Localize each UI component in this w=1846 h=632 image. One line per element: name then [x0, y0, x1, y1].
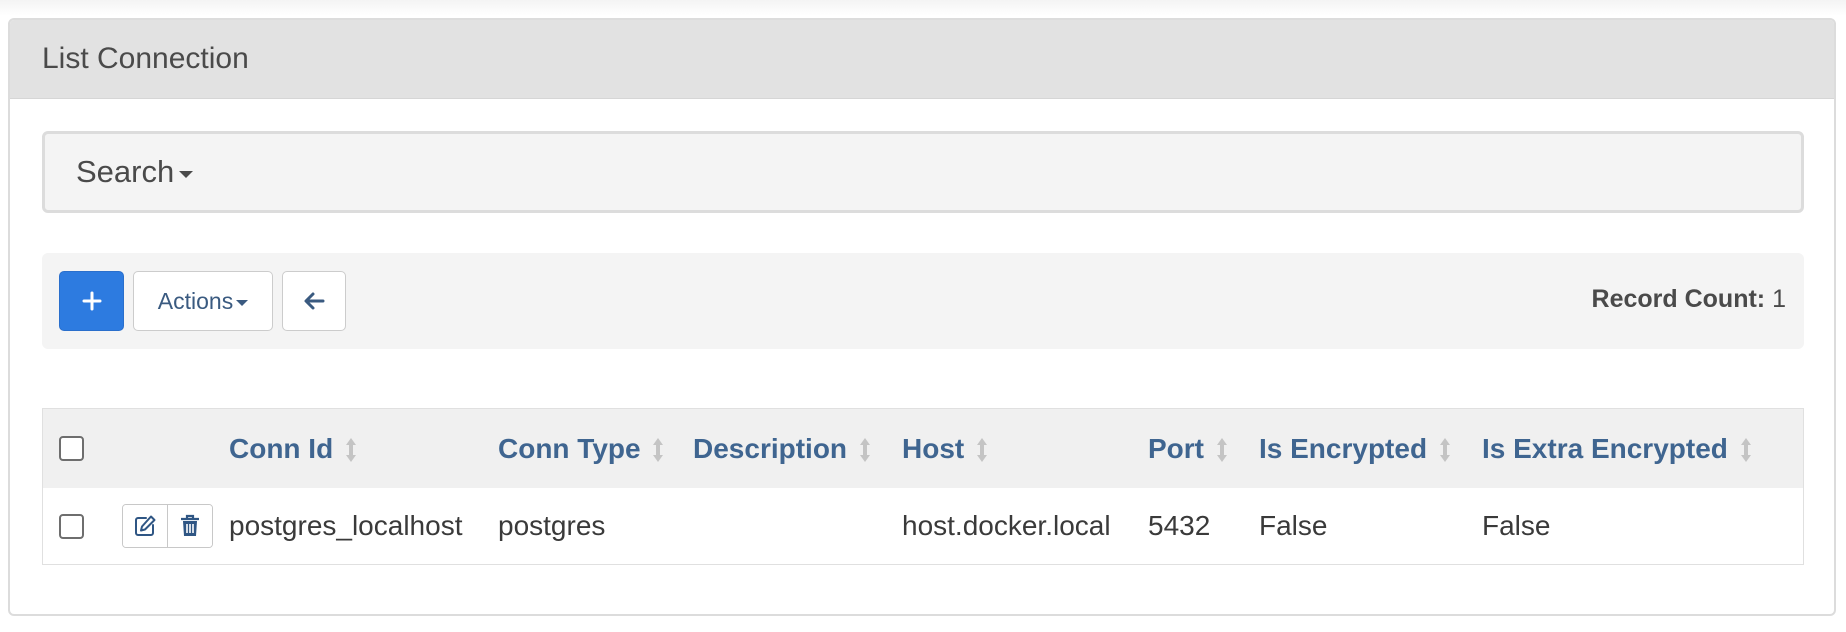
row-select-cell — [43, 488, 118, 564]
cell-conn-id: postgres_localhost — [229, 510, 463, 541]
column-header-is-extra-encrypted[interactable]: Is Extra Encrypted — [1482, 409, 1803, 488]
sort-icon — [1740, 438, 1751, 463]
back-button[interactable] — [282, 271, 346, 331]
column-header-conn-id[interactable]: Conn Id — [229, 409, 498, 488]
column-label: Port — [1148, 432, 1204, 464]
cell-description — [693, 488, 902, 564]
actions-dropdown-button[interactable]: Actions — [133, 271, 273, 331]
cell-is-encrypted: False — [1259, 510, 1328, 541]
connections-table: Conn Id Conn Type Description Host Port … — [42, 408, 1804, 565]
cell-port: 5432 — [1148, 510, 1211, 541]
plus-icon — [82, 291, 101, 311]
column-header-is-encrypted[interactable]: Is Encrypted — [1259, 409, 1482, 488]
search-toggle[interactable]: Search — [42, 131, 1804, 213]
edit-icon — [135, 515, 156, 536]
panel-heading: List Connection — [10, 20, 1834, 99]
select-all-checkbox[interactable] — [59, 436, 84, 461]
cell-conn-type: postgres — [498, 510, 606, 541]
select-all-cell — [43, 409, 118, 488]
actions-label: Actions — [157, 287, 234, 314]
row-checkbox[interactable] — [59, 513, 84, 539]
column-label: Conn Type — [498, 432, 641, 464]
column-label: Is Extra Encrypted — [1482, 432, 1728, 464]
column-header-conn-type[interactable]: Conn Type — [498, 409, 693, 488]
column-header-description[interactable]: Description — [693, 409, 902, 488]
cell-host: host.docker.local — [902, 510, 1111, 541]
sort-icon — [653, 438, 664, 463]
sort-icon — [977, 438, 988, 463]
row-actions-cell — [118, 488, 229, 564]
toolbar: Actions Record Count: 1 — [42, 253, 1804, 349]
actions-header — [118, 409, 229, 488]
trash-icon — [181, 514, 199, 536]
column-header-host[interactable]: Host — [902, 409, 1148, 488]
top-shadow — [0, 0, 1846, 16]
edit-record-button[interactable] — [123, 505, 167, 547]
caret-down-icon — [236, 300, 249, 306]
record-count-label: Record Count: — [1591, 285, 1766, 313]
column-label: Description — [693, 432, 848, 464]
delete-record-button[interactable] — [167, 505, 212, 547]
column-label: Conn Id — [229, 432, 334, 464]
panel-title: List Connection — [42, 42, 249, 75]
sort-icon — [1216, 438, 1227, 463]
column-header-port[interactable]: Port — [1148, 409, 1259, 488]
row-actions — [122, 504, 213, 548]
caret-down-icon — [179, 170, 194, 178]
sort-icon — [345, 438, 356, 463]
cell-is-extra-encrypted: False — [1482, 510, 1551, 541]
table-header-row: Conn Id Conn Type Description Host Port … — [43, 409, 1803, 488]
arrow-left-icon — [304, 292, 325, 310]
column-label: Is Encrypted — [1259, 432, 1428, 464]
table-row: postgres_localhost postgres host.docker.… — [43, 488, 1803, 564]
column-label: Host — [902, 432, 965, 464]
sort-icon — [859, 438, 870, 463]
sort-icon — [1439, 438, 1450, 463]
record-count: Record Count: 1 — [1592, 285, 1786, 314]
add-record-button[interactable] — [59, 271, 124, 331]
list-connection-panel: List Connection Search Actions Record Co… — [8, 18, 1836, 616]
record-count-value: 1 — [1772, 285, 1786, 313]
search-label: Search — [76, 154, 175, 189]
